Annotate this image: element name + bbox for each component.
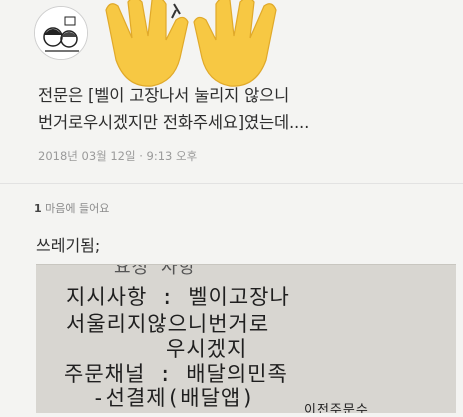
reaction-summary[interactable]: 1 마음에 들어요 — [34, 200, 109, 216]
post-line: 전문은 [벨이 고장나서 눌리지 않으니 — [38, 86, 290, 105]
post-timestamp[interactable]: 2018년 03월 12일 · 9:13 오후 — [38, 148, 197, 164]
receipt-photo: 요청 사항 지시사항 : 벨이고장나 서울리지않으니번거로 우시겠지 주문채널 … — [36, 264, 456, 413]
avatar[interactable] — [34, 6, 88, 60]
post-body: 전문은 [벨이 고장나서 눌리지 않으니 번거로우시겠지만 전화주세요]였는데.… — [38, 82, 438, 136]
receipt-line: 요청 사항 — [114, 264, 197, 278]
post-line: 번거로우시겠지만 전화주세요]였는데.... — [38, 113, 310, 132]
divider — [0, 183, 463, 184]
reaction-label: 마음에 들어요 — [45, 202, 110, 215]
receipt-line: -선결제(배달앱) — [92, 386, 255, 410]
comment-text: 쓰레기됨; — [36, 236, 101, 255]
reaction-count: 1 — [34, 202, 42, 215]
receipt-line: 지시사항 : 벨이고장나 — [66, 285, 290, 309]
raised-hands-icon — [96, 0, 286, 88]
cartoon-avatar-icon — [35, 7, 87, 59]
receipt-line: 이전주문수 — [304, 403, 369, 413]
